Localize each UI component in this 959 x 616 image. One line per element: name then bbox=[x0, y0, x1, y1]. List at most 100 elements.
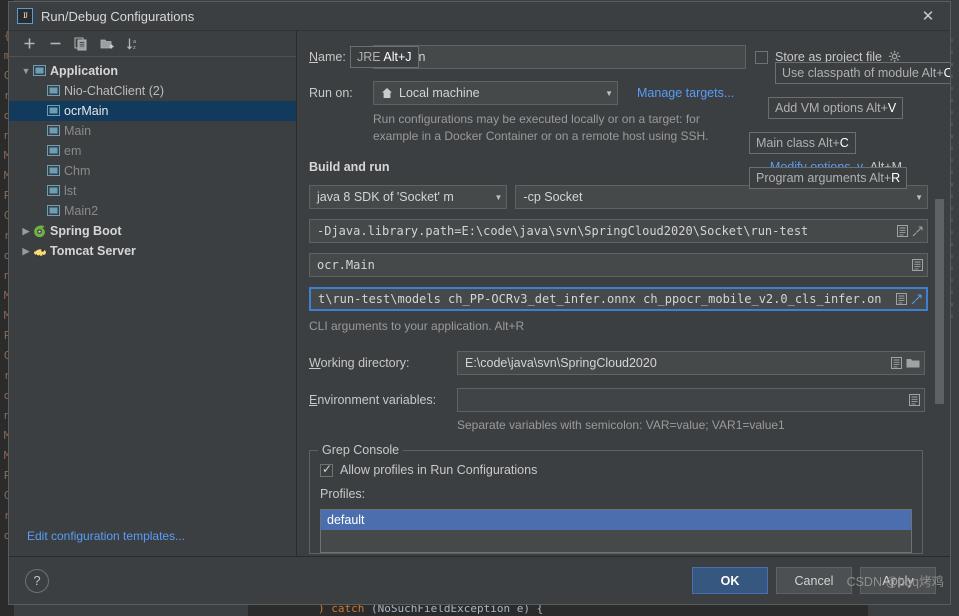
sidebar-item-label: Nio-ChatClient (2) bbox=[64, 84, 165, 98]
sidebar-item-ocrmain[interactable]: ocrMain bbox=[9, 101, 296, 121]
sidebar-item-nio-chatclient-2[interactable]: Nio-ChatClient (2) bbox=[9, 81, 296, 101]
browse-folder-icon[interactable] bbox=[906, 357, 920, 369]
svg-text:z: z bbox=[133, 45, 136, 51]
grep-console-group-title: Grep Console bbox=[318, 443, 404, 457]
application-icon bbox=[47, 145, 64, 157]
build-and-run-title: Build and run bbox=[309, 159, 390, 174]
chevron-down-icon[interactable]: ▼ bbox=[19, 66, 33, 76]
watermark: CSDN @bbq烤鸡 bbox=[846, 575, 944, 589]
allow-profiles-checkbox[interactable] bbox=[320, 462, 333, 477]
configuration-form-panel: Name: ocrMain Store as project file bbox=[297, 31, 950, 556]
profiles-label: Profiles: bbox=[320, 487, 366, 501]
copy-configuration-button[interactable] bbox=[69, 33, 93, 55]
cancel-button[interactable]: Cancel bbox=[776, 567, 852, 594]
sidebar-item-main[interactable]: Main bbox=[9, 121, 296, 141]
store-as-project-file-checkbox[interactable] bbox=[754, 50, 768, 64]
environment-variables-label: Environment variables: bbox=[309, 393, 437, 407]
sidebar-item-label: ocrMain bbox=[64, 104, 109, 118]
dialog-title: Run/Debug Configurations bbox=[41, 8, 195, 24]
sidebar-toolbar: a z bbox=[9, 31, 296, 57]
sidebar-item-label: Spring Boot bbox=[50, 224, 122, 238]
sort-configurations-button[interactable]: a z bbox=[121, 33, 145, 55]
spring-boot-icon bbox=[33, 225, 50, 238]
environment-variables-hint: Separate variables with semicolon: VAR=v… bbox=[457, 418, 785, 432]
sidebar-item-label: Chm bbox=[64, 164, 91, 178]
run-on-select[interactable]: Local machine ▼ bbox=[373, 81, 618, 105]
expand-macro-icon[interactable] bbox=[891, 357, 902, 369]
configurations-tree[interactable]: ▼ Application Nio-ChatClient (2) ocrMain Mai… bbox=[9, 57, 296, 516]
environment-variables-row: Environment variables: bbox=[309, 388, 928, 412]
form-scrollbar-thumb[interactable] bbox=[935, 199, 944, 404]
expand-editor-icon[interactable] bbox=[911, 293, 922, 305]
working-directory-label: Working directory: bbox=[309, 356, 410, 370]
sidebar-item-label: Main bbox=[64, 124, 92, 138]
remove-configuration-button[interactable] bbox=[43, 33, 67, 55]
tooltip-jre: JRE Alt+J bbox=[350, 46, 419, 68]
tomcat-icon bbox=[33, 245, 50, 258]
close-icon[interactable]: ✕ bbox=[906, 2, 950, 30]
sidebar-item-em[interactable]: em bbox=[9, 141, 296, 161]
configurations-sidebar: a z ▼ Application Nio-ChatClient (2) ocrMai… bbox=[9, 31, 297, 556]
dialog-titlebar: Run/Debug Configurations ✕ bbox=[9, 2, 950, 31]
edit-configuration-templates-link[interactable]: Edit configuration templates... bbox=[9, 516, 296, 556]
tooltip-use-classpath-of-module: Use classpath of module Alt+O bbox=[775, 62, 950, 84]
application-icon bbox=[47, 185, 64, 197]
sidebar-item-lst[interactable]: lst bbox=[9, 181, 296, 201]
sidebar-item-main2[interactable]: Main2 bbox=[9, 201, 296, 221]
home-icon bbox=[381, 87, 393, 99]
run-on-label: Run on: bbox=[309, 86, 353, 100]
chevron-down-icon: ▼ bbox=[915, 192, 923, 202]
dialog-body: a z ▼ Application Nio-ChatClient (2) ocrMai… bbox=[9, 31, 950, 556]
vm-options-input[interactable]: -Djava.library.path=E:\code\java\svn\Spr… bbox=[309, 219, 928, 243]
sidebar-item-label: lst bbox=[64, 184, 77, 198]
dialog-footer: ? OK Cancel Apply bbox=[9, 556, 950, 604]
browse-class-icon[interactable] bbox=[912, 259, 923, 271]
jre-select[interactable]: java 8 SDK of 'Socket' m ▼ bbox=[309, 185, 508, 209]
vm-options-row: -Djava.library.path=E:\code\java\svn\Spr… bbox=[309, 219, 928, 243]
expand-editor-icon[interactable] bbox=[912, 225, 923, 237]
main-class-input[interactable]: ocr.Main bbox=[309, 253, 928, 277]
application-icon bbox=[47, 105, 64, 117]
ok-button[interactable]: OK bbox=[692, 567, 768, 594]
tooltip-main-class: Main class Alt+C bbox=[749, 132, 856, 154]
profiles-list[interactable]: default bbox=[320, 509, 912, 553]
manage-targets-link[interactable]: Manage targets... bbox=[637, 86, 734, 100]
tooltip-add-vm-options: Add VM options Alt+V bbox=[768, 97, 904, 119]
program-arguments-row: t\run-test\models ch_PP-OCRv3_det_infer.… bbox=[309, 287, 928, 311]
sidebar-item-spring-boot[interactable]: ▶ Spring Boot bbox=[9, 221, 296, 241]
profile-list-item[interactable]: default bbox=[321, 510, 911, 530]
help-button[interactable]: ? bbox=[25, 568, 49, 593]
expand-macro-icon[interactable] bbox=[896, 293, 907, 305]
program-arguments-input[interactable]: t\run-test\models ch_PP-OCRv3_det_infer.… bbox=[309, 287, 928, 311]
sidebar-item-label: Main2 bbox=[64, 204, 99, 218]
sidebar-item-label: em bbox=[64, 144, 82, 158]
form-scrollbar[interactable] bbox=[935, 33, 944, 553]
new-folder-button[interactable] bbox=[95, 33, 119, 55]
program-arguments-hint: CLI arguments to your application. Alt+R bbox=[309, 319, 525, 333]
sidebar-item-tomcat-server[interactable]: ▶ Tomcat Server bbox=[9, 241, 296, 261]
tooltip-program-arguments: Program arguments Alt+R bbox=[749, 167, 908, 189]
application-icon bbox=[47, 165, 64, 177]
chevron-right-icon[interactable]: ▶ bbox=[19, 246, 33, 257]
run-debug-configurations-dialog: Run/Debug Configurations ✕ bbox=[8, 1, 951, 605]
sidebar-item-label: Application bbox=[50, 64, 119, 78]
chevron-right-icon[interactable]: ▶ bbox=[19, 226, 33, 237]
sidebar-item-chm[interactable]: Chm bbox=[9, 161, 296, 181]
edit-env-vars-icon[interactable] bbox=[909, 394, 920, 406]
chevron-down-icon: ▼ bbox=[494, 192, 503, 202]
grep-console-group: Grep Console Allow profiles in Run Confi… bbox=[309, 443, 923, 554]
application-icon bbox=[47, 85, 64, 97]
application-icon bbox=[47, 125, 64, 137]
application-icon bbox=[47, 205, 64, 217]
sidebar-item-application[interactable]: ▼ Application bbox=[9, 61, 296, 81]
application-icon bbox=[33, 65, 50, 77]
name-input[interactable]: ocrMain bbox=[373, 45, 746, 69]
add-configuration-button[interactable] bbox=[17, 33, 41, 55]
allow-profiles-label: Allow profiles in Run Configurations bbox=[340, 463, 538, 477]
environment-variables-input[interactable] bbox=[457, 388, 925, 412]
intellij-idea-logo-icon bbox=[17, 8, 33, 24]
working-directory-row: Working directory: E:\code\java\svn\Spri… bbox=[309, 351, 928, 375]
working-directory-input[interactable]: E:\code\java\svn\SpringCloud2020 bbox=[457, 351, 925, 375]
expand-macro-icon[interactable] bbox=[897, 225, 908, 237]
main-class-row: ocr.Main bbox=[309, 253, 928, 277]
